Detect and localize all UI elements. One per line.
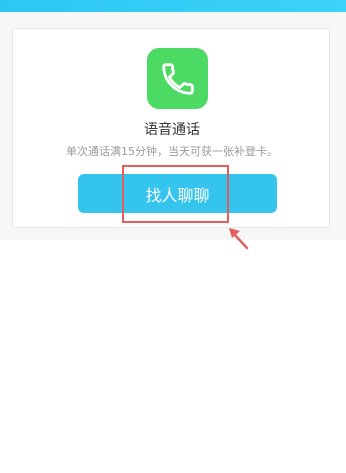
- card-title: 语音通话: [144, 122, 200, 138]
- arrow-up-left-icon: [229, 228, 249, 250]
- phone-icon: [147, 48, 208, 109]
- empty-content-area: [0, 240, 346, 473]
- highlight-box: [122, 165, 229, 223]
- card-description: 单次通话满15分钟，当天可获一张补登卡。: [66, 145, 278, 158]
- top-status-bar: [0, 0, 346, 12]
